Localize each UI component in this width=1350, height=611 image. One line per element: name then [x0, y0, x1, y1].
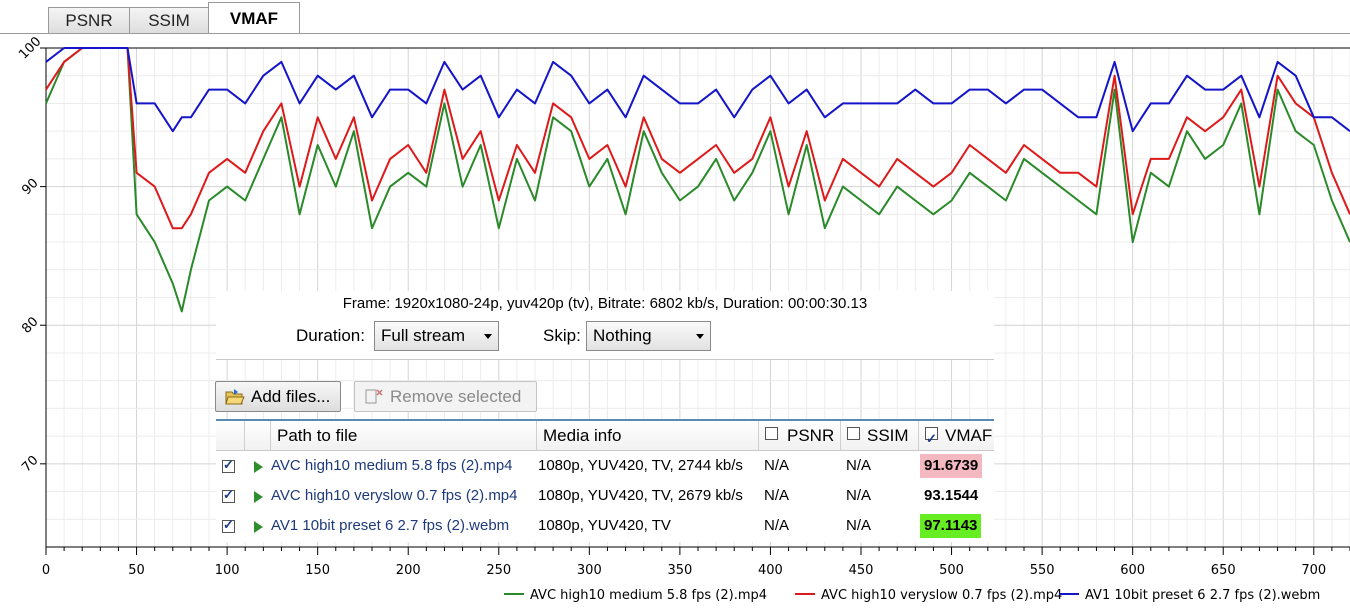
header-psnr[interactable]: PSNR	[758, 421, 840, 450]
ssim-header-checkbox[interactable]	[847, 427, 860, 440]
y-tick-label: 90	[19, 176, 41, 198]
header-vmaf-label: VMAF	[945, 426, 993, 445]
row-media-info: 1080p, YUV420, TV, 2679 kb/s	[538, 487, 743, 504]
chevron-down-icon	[696, 334, 704, 339]
y-tick-label: 80	[19, 314, 41, 336]
x-tick-label: 350	[667, 563, 692, 578]
x-tick-label: 150	[305, 563, 330, 578]
duration-select-value: Full stream	[381, 326, 466, 345]
row-path: AVC high10 veryslow 0.7 fps (2).mp4	[271, 487, 518, 504]
y-tick-label: 70	[19, 453, 41, 475]
header-psnr-label: PSNR	[787, 426, 835, 445]
tab-ssim[interactable]: SSIM	[129, 7, 209, 33]
frame-info-text: Frame: 1920x1080-24p, yuv420p (tv), Bitr…	[342, 295, 868, 312]
chevron-down-icon	[484, 334, 492, 339]
play-icon[interactable]	[254, 521, 263, 533]
metric-tabbar: PSNR SSIM VMAF	[0, 0, 1350, 34]
duration-label: Duration:	[296, 326, 365, 345]
skip-select-value: Nothing	[593, 326, 652, 345]
row-ssim: N/A	[846, 487, 872, 504]
remove-selected-label: Remove selected	[390, 387, 522, 406]
duration-select[interactable]: Full stream	[374, 321, 499, 351]
play-icon[interactable]	[254, 461, 263, 473]
row-psnr: N/A	[764, 517, 790, 534]
row-vmaf: 93.1544	[924, 487, 979, 504]
header-media-info[interactable]: Media info	[536, 421, 758, 450]
row-psnr: N/A	[764, 487, 790, 504]
header-status-cell	[244, 421, 270, 450]
x-tick-label: 300	[577, 563, 602, 578]
results-table: Path to file Media info PSNR SSIM VMAF A…	[216, 419, 994, 542]
row-path: AVC high10 medium 5.8 fps (2).mp4	[271, 457, 513, 474]
row-ssim: N/A	[846, 457, 872, 474]
table-header: Path to file Media info PSNR SSIM VMAF	[216, 421, 994, 453]
folder-open-icon	[225, 389, 245, 405]
x-tick-label: 200	[396, 563, 421, 578]
header-vmaf[interactable]: VMAF	[918, 421, 994, 453]
row-vmaf: 91.6739	[920, 454, 983, 478]
x-tick-label: 400	[758, 563, 783, 578]
x-tick-label: 550	[1030, 563, 1055, 578]
row-checkbox[interactable]	[222, 457, 235, 473]
tab-vmaf[interactable]: VMAF	[208, 2, 300, 34]
legend-label: AVC high10 veryslow 0.7 fps (2).mp4	[821, 588, 1062, 603]
add-files-button[interactable]: Add files...	[215, 381, 341, 412]
table-row[interactable]: AVC high10 medium 5.8 fps (2).mp4 1080p,…	[216, 451, 994, 481]
x-tick-label: 100	[215, 563, 240, 578]
header-path[interactable]: Path to file	[270, 421, 536, 450]
x-tick-label: 700	[1301, 563, 1326, 578]
row-media-info: 1080p, YUV420, TV, 2744 kb/s	[538, 457, 743, 474]
x-tick-label: 600	[1120, 563, 1145, 578]
tab-psnr[interactable]: PSNR	[48, 7, 130, 33]
row-checkbox[interactable]	[222, 517, 235, 533]
row-ssim: N/A	[846, 517, 872, 534]
skip-select[interactable]: Nothing	[586, 321, 711, 351]
x-tick-label: 450	[849, 563, 874, 578]
row-checkbox[interactable]	[222, 487, 235, 503]
remove-selected-button[interactable]: Remove selected	[354, 381, 537, 412]
play-icon[interactable]	[254, 491, 263, 503]
row-media-info: 1080p, YUV420, TV	[538, 517, 671, 534]
x-tick-label: 50	[128, 563, 145, 578]
row-path: AV1 10bit preset 6 2.7 fps (2).webm	[271, 517, 510, 534]
psnr-header-checkbox[interactable]	[765, 427, 778, 440]
header-ssim[interactable]: SSIM	[840, 421, 918, 450]
panel-divider	[216, 359, 994, 360]
x-tick-label: 0	[42, 563, 50, 578]
x-tick-label: 500	[939, 563, 964, 578]
add-files-label: Add files...	[251, 387, 331, 406]
header-ssim-label: SSIM	[867, 426, 909, 445]
table-row[interactable]: AVC high10 veryslow 0.7 fps (2).mp4 1080…	[216, 481, 994, 511]
skip-label: Skip:	[543, 326, 581, 345]
y-tick-label: 100	[16, 34, 44, 62]
row-vmaf: 97.1143	[920, 514, 982, 538]
legend-label: AV1 10bit preset 6 2.7 fps (2).webm	[1085, 588, 1320, 603]
legend-label: AVC high10 medium 5.8 fps (2).mp4	[530, 588, 767, 603]
chart-legend: AVC high10 medium 5.8 fps (2).mp4 AVC hig…	[504, 588, 1320, 603]
row-psnr: N/A	[764, 457, 790, 474]
x-tick-label: 650	[1211, 563, 1236, 578]
file-info-panel: Frame: 1920x1080-24p, yuv420p (tv), Bitr…	[216, 291, 994, 359]
remove-icon	[365, 389, 383, 404]
table-row[interactable]: AV1 10bit preset 6 2.7 fps (2).webm 1080…	[216, 511, 994, 541]
vmaf-header-checkbox[interactable]	[925, 424, 938, 453]
x-tick-label: 250	[486, 563, 511, 578]
